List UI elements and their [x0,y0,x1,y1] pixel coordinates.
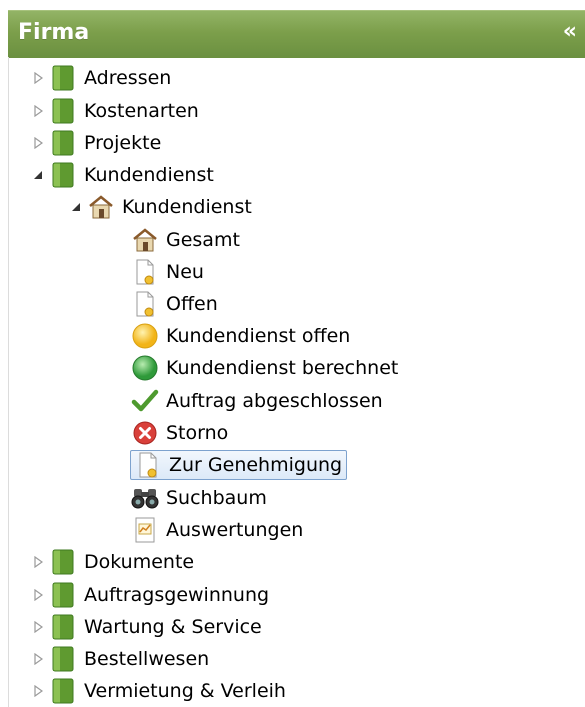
document-icon [130,289,160,319]
expand-arrow-icon[interactable] [28,580,48,610]
checkmark-icon [130,386,160,416]
house-icon [130,225,160,255]
tree-item-auftragsgewinnung[interactable]: Auftragsgewinnung [28,580,269,610]
tree-item-label: Kundendienst [122,196,252,218]
folder-icon [48,128,78,158]
tree-item-kundendienst-berechnet[interactable]: Kundendienst berechnet [130,353,398,383]
tree-item-label: Zur Genehmigung [169,454,343,476]
tree-item-zur-genehmigung[interactable]: Zur Genehmigung [130,450,348,480]
panel-title: Firma [18,20,90,45]
expand-arrow-icon[interactable] [28,612,48,642]
tree-item-label: Vermietung & Verleih [84,680,286,702]
folder-icon [48,96,78,126]
folder-icon [48,63,78,93]
expand-arrow-icon[interactable] [28,128,48,158]
tree-item-bestellwesen[interactable]: Bestellwesen [28,644,209,674]
tree-item-label: Auswertungen [166,519,304,541]
tree-item-label: Adressen [84,67,172,89]
green-circle-icon [130,353,160,383]
tree-item-auftrag-abgeschlossen[interactable]: Auftrag abgeschlossen [130,386,383,416]
folder-icon [48,160,78,190]
collapse-arrow-icon[interactable] [66,192,86,222]
expand-arrow-icon[interactable] [28,547,48,577]
tree-item-adressen[interactable]: Adressen [28,63,171,93]
tree-item-kundendienst-offen[interactable]: Kundendienst offen [130,321,350,351]
binoculars-icon [130,483,160,513]
yellow-circle-icon [130,321,160,351]
collapse-arrow-icon[interactable] [28,160,48,190]
tree-item-label: Storno [166,422,229,444]
tree-item-vermietung-verleih[interactable]: Vermietung & Verleih [28,676,286,706]
tree-item-projekte[interactable]: Projekte [28,128,161,158]
collapse-panel-button[interactable]: « [563,19,577,44]
tree-item-label: Projekte [84,132,162,154]
expand-arrow-icon[interactable] [28,63,48,93]
expand-arrow-icon[interactable] [28,96,48,126]
expand-arrow-icon[interactable] [28,644,48,674]
tree-item-label: Auftrag abgeschlossen [166,390,383,412]
tree-item-label: Suchbaum [166,487,267,509]
tree-item-label: Kundendienst berechnet [166,357,399,379]
tree-item-label: Kostenarten [84,100,199,122]
company-tree-panel: Firma « Adressen Kostenarten Projekte Ku… [0,0,585,707]
tree-item-kundendienst[interactable]: Kundendienst [28,160,214,190]
cancel-icon [130,418,160,448]
tree-item-label: Kundendienst offen [166,325,351,347]
house-icon [86,192,116,222]
tree-item-label: Kundendienst [84,164,214,186]
tree-item-storno[interactable]: Storno [130,418,228,448]
tree-item-suchbaum[interactable]: Suchbaum [130,483,267,513]
tree-item-label: Wartung & Service [84,616,262,638]
tree-item-label: Dokumente [84,551,195,573]
tree-item-kostenarten[interactable]: Kostenarten [28,96,199,126]
document-icon [133,450,163,480]
folder-icon [48,547,78,577]
selection-highlight[interactable]: Zur Genehmigung [130,450,348,480]
folder-icon [48,644,78,674]
tree-item-auswertungen[interactable]: Auswertungen [130,515,303,545]
tree-item-label: Auftragsgewinnung [84,584,270,606]
tree-item-offen[interactable]: Offen [130,289,218,319]
expand-arrow-icon[interactable] [28,676,48,706]
tree-item-neu[interactable]: Neu [130,257,204,287]
panel-border [8,57,9,707]
tree-item-wartung-service[interactable]: Wartung & Service [28,612,262,642]
tree-item-label: Offen [166,293,218,315]
panel-header: Firma « [8,10,585,58]
folder-icon [48,612,78,642]
tree-item-label: Gesamt [166,229,240,251]
chart-document-icon [130,515,160,545]
tree-item-label: Neu [166,261,204,283]
tree-item-kundendienst-sub[interactable]: Kundendienst [66,192,252,222]
folder-icon [48,676,78,706]
tree-item-gesamt[interactable]: Gesamt [130,225,240,255]
folder-icon [48,580,78,610]
tree-item-dokumente[interactable]: Dokumente [28,547,194,577]
document-icon [130,257,160,287]
tree-item-label: Bestellwesen [84,648,210,670]
